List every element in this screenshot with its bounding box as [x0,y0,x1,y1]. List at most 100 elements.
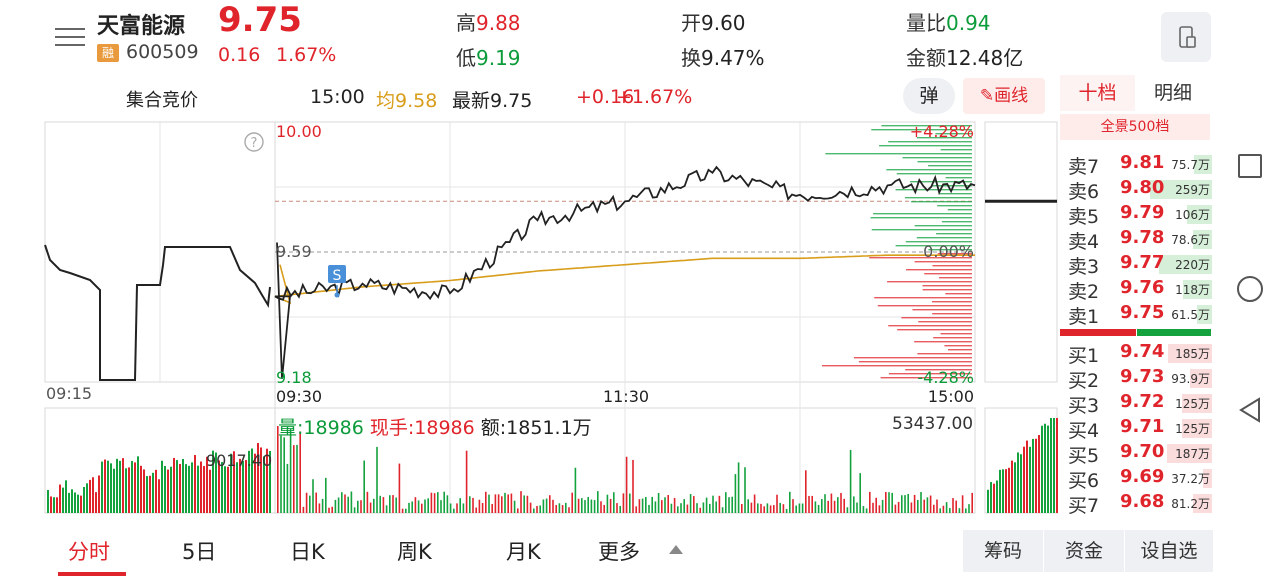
volume-bar [283,437,285,513]
depth-bar [922,289,972,291]
sell-level-volume: 78.6万 [1171,233,1210,247]
sell-order-row[interactable]: 卖3 9.77 220万 [1060,252,1212,278]
tab-daily-k[interactable]: 日K [290,536,325,566]
time-close-label: 15:00 [928,387,974,406]
sell-level-label: 卖6 [1068,181,1100,203]
buy-level-price: 9.68 [1120,491,1165,512]
buy-order-row[interactable]: 买5 9.70 187万 [1060,441,1212,467]
volume-bar [910,502,913,513]
buy-order-row[interactable]: 买1 9.74 185万 [1060,341,1212,367]
tab-weekly-k[interactable]: 周K [397,536,432,566]
add-watchlist-button[interactable]: 设自选 [1125,530,1213,572]
volume-bar [1002,469,1004,513]
full-500-depth-button[interactable]: 全景500档 [1060,114,1210,140]
volume-bar [769,505,772,513]
buy-order-row[interactable]: 买7 9.68 81.2万 [1060,491,1212,517]
capital-flow-button[interactable]: 资金 [1044,530,1124,572]
volume-bar [664,497,666,513]
volume-bar [673,498,676,513]
buy-ratio-bar [1137,329,1211,336]
volume-bar [689,494,692,513]
volume-bar [635,506,637,513]
home-icon[interactable] [1237,276,1263,302]
volume-bar [430,492,433,513]
depth-bar [897,329,972,331]
depth-bar [888,325,972,327]
depth-bar [873,213,972,215]
back-icon[interactable] [1238,397,1262,423]
sell-order-row[interactable]: 卖5 9.79 106万 [1060,202,1212,228]
amount-stat: 金额12.48亿 [906,42,1023,71]
buy-order-row[interactable]: 买3 9.72 125万 [1060,391,1212,417]
depth-bar [886,169,972,171]
depth-bar [901,317,972,319]
intraday-chart[interactable]: 10.00 9.59 9.18 +4.28% 0.00% -4.28% 09:1… [0,115,1060,515]
depth-bar [914,261,972,263]
menu-icon[interactable] [55,22,85,48]
draw-line-button[interactable]: ✎画线 [963,78,1045,114]
volume-bar [341,492,343,513]
volume-bar [987,489,989,513]
pct-mid-label: 0.00% [923,242,974,261]
volume-bar [1023,446,1025,513]
popup-toggle-button[interactable]: 弹 [903,78,955,114]
depth-bar [938,193,972,195]
depth-bar [947,209,972,211]
volume-bar [824,494,826,513]
buy-level-label: 买7 [1068,495,1100,517]
depth-bar [895,189,972,191]
auction-price-line [44,244,271,381]
tab-intraday[interactable]: 分时 [68,536,110,566]
depth-bar [928,165,972,167]
depth-bar [912,309,972,311]
volume-bar [558,503,561,513]
caret-up-icon[interactable] [669,545,683,554]
depth-bar [822,365,972,367]
tab-monthly-k[interactable]: 月K [506,536,541,566]
recent-apps-icon[interactable] [1238,154,1262,178]
sell-order-row[interactable]: 卖2 9.76 118万 [1060,277,1212,303]
volume-bar [872,502,874,513]
volume-bar [1038,435,1040,513]
tab-5day[interactable]: 5日 [182,536,216,566]
buy-order-row[interactable]: 买6 9.69 37.2万 [1060,466,1212,492]
sell-order-row[interactable]: 卖1 9.75 61.5万 [1060,302,1212,328]
volume-bar [405,508,407,513]
tab-detail[interactable]: 明细 [1136,75,1210,111]
depth-bar [902,157,972,159]
sell-order-row[interactable]: 卖7 9.81 75.7万 [1060,152,1212,178]
volume-bar [680,503,682,513]
volume-bar [47,490,49,513]
volume-bar [401,508,404,513]
volume-bar [56,497,58,513]
help-icon[interactable]: ? [244,132,264,152]
depth-bar [947,349,972,351]
volume-bar [805,470,807,513]
sell-order-row[interactable]: 卖4 9.78 78.6万 [1060,227,1212,253]
volume-bar [667,494,669,513]
volume-bar [712,495,714,513]
volume-bar [360,500,362,513]
tab-more[interactable]: 更多 [598,536,640,566]
chip-distribution-button[interactable]: 筹码 [963,530,1043,572]
rotate-screen-button[interactable] [1161,12,1211,62]
volume-bar [347,496,349,513]
volume-bar [782,504,785,513]
volume-bar [811,495,813,513]
volume-bar [379,495,381,513]
volume-bar [926,497,929,513]
trade-marker[interactable]: S [328,265,346,298]
volume-bar [888,492,890,513]
depth-bar [922,285,972,287]
tab-ten-level[interactable]: 十档 [1060,75,1135,111]
volume-bar [1020,454,1022,513]
volume-bar [526,495,529,513]
volume-bar [523,495,525,513]
buy-order-row[interactable]: 买2 9.73 93.9万 [1060,366,1212,392]
volume-bar [417,500,420,513]
buy-order-row[interactable]: 买4 9.71 125万 [1060,416,1212,442]
turnover-stat: 换9.47% [681,42,765,71]
volume-bar [651,496,653,513]
sell-order-row[interactable]: 卖6 9.80 259万 [1060,177,1212,203]
depth-bar [896,173,972,175]
